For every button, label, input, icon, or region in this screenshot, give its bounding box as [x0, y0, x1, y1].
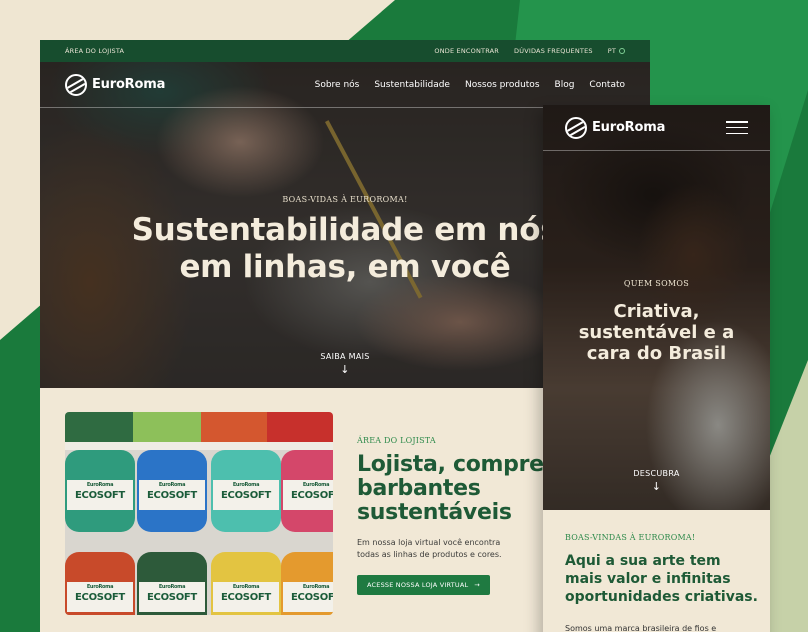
retailer-area-link[interactable]: ÁREA DO LOJISTA [65, 47, 124, 55]
yarn-row-top [133, 412, 201, 442]
yarn-row-top [65, 412, 133, 442]
mobile-welcome-text: Somos uma marca brasileira de fios e [565, 624, 717, 632]
product-label: EuroRomaECOSOFT [213, 582, 279, 612]
mobile-brand-name: EuroRoma [592, 120, 666, 135]
product-label: EuroRomaECOSOFT [213, 480, 279, 510]
mobile-mockup: EuroRoma QUEM SOMOS Criativa, sustentáve… [543, 105, 770, 632]
yarn-ball: EuroRomaECOSOFT [211, 450, 281, 532]
yarn-ball: EuroRomaECOSOFT [211, 552, 281, 615]
product-label: EuroRomaECOSOFT [283, 480, 333, 510]
mobile-welcome-eyebrow: BOAS-VINDAS À EUROROMA! [565, 533, 696, 542]
yarn-ball: EuroRomaECOSOFT [137, 552, 207, 615]
yarn-ball: EuroRomaECOSOFT [137, 450, 207, 532]
mobile-hero-eyebrow: QUEM SOMOS [623, 279, 690, 288]
language-label: PT [607, 47, 616, 55]
globe-icon [619, 48, 625, 54]
yarn-ball: EuroRomaECOSOFT [65, 552, 135, 615]
yarn-ball: EuroRomaECOSOFT [65, 450, 135, 532]
mobile-welcome-title: Aqui a sua arte tem mais valor e infinit… [565, 552, 760, 606]
faq-link[interactable]: DÚVIDAS FREQUENTES [514, 47, 593, 55]
yarn-product-image: EuroRoma ECOSOFT EuroRoma ECOSOFT EuroRoma… [65, 412, 333, 615]
top-bar: ÁREA DO LOJISTA ONDE ENCONTRAR DÚVIDAS F… [40, 40, 650, 62]
product-label: EuroRomaECOSOFT [283, 582, 333, 612]
discover-label: DESCUBRA [633, 469, 680, 478]
discover-link[interactable]: DESCUBRA ↓ [543, 469, 770, 493]
mobile-welcome-title-line1: Aqui a sua arte tem [565, 553, 721, 569]
retailer-description: Em nossa loja virtual você encontra toda… [357, 538, 502, 559]
yarn-ball: EuroRomaECOSOFT [281, 450, 333, 532]
yarn-row-top [201, 412, 267, 442]
mobile-welcome-title-line2: mais valor e infinitas [565, 571, 731, 587]
where-to-find-link[interactable]: ONDE ENCONTRAR [434, 47, 499, 55]
online-store-button-label: ACESSE NOSSA LOJA VIRTUAL [367, 581, 469, 589]
mobile-nav: EuroRoma [543, 105, 770, 151]
product-label: EuroRomaECOSOFT [67, 480, 133, 510]
language-selector[interactable]: PT [608, 47, 625, 55]
mobile-brand-logo[interactable]: EuroRoma [565, 116, 666, 139]
yarn-ball: EuroRomaECOSOFT [281, 552, 333, 615]
mobile-hero-title-line3: cara do Brasil [586, 343, 727, 364]
online-store-button[interactable]: ACESSE NOSSA LOJA VIRTUAL → [357, 575, 490, 595]
hamburger-menu-icon[interactable] [726, 121, 748, 134]
shelf [65, 442, 333, 450]
product-label: EuroRomaECOSOFT [139, 480, 205, 510]
yarn-row-top [267, 412, 333, 442]
mobile-hero-title: Criativa, sustentável e a cara do Brasil [543, 301, 770, 364]
mobile-welcome-title-line3: oportunidades criativas. [565, 589, 758, 605]
mobile-hero-title-line2: sustentável e a [578, 322, 735, 343]
logo-icon [565, 116, 587, 139]
product-label: EuroRomaECOSOFT [67, 582, 133, 612]
mobile-hero-title-line1: Criativa, [613, 301, 700, 322]
arrow-right-icon: → [474, 581, 480, 589]
arrow-down-icon: ↓ [651, 480, 662, 493]
product-label: EuroRomaECOSOFT [139, 582, 205, 612]
mobile-welcome-section: BOAS-VINDAS À EUROROMA! Aqui a sua arte … [565, 533, 760, 632]
learn-more-label: SAIBA MAIS [320, 352, 370, 361]
